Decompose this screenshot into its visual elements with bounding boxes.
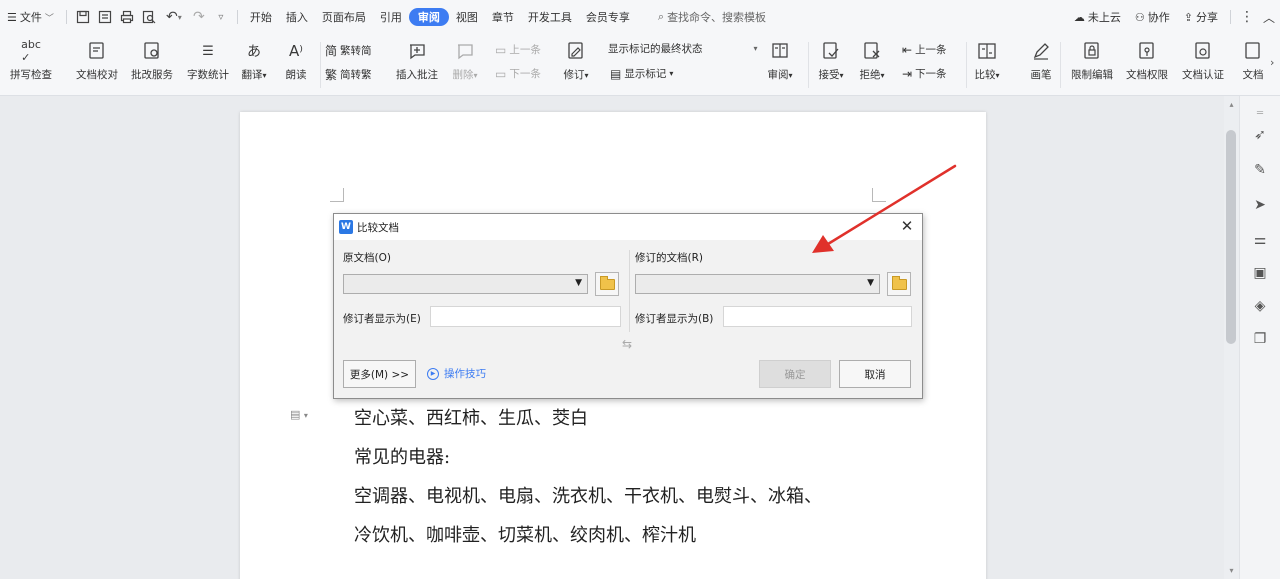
annotation-arrow: [812, 164, 957, 253]
